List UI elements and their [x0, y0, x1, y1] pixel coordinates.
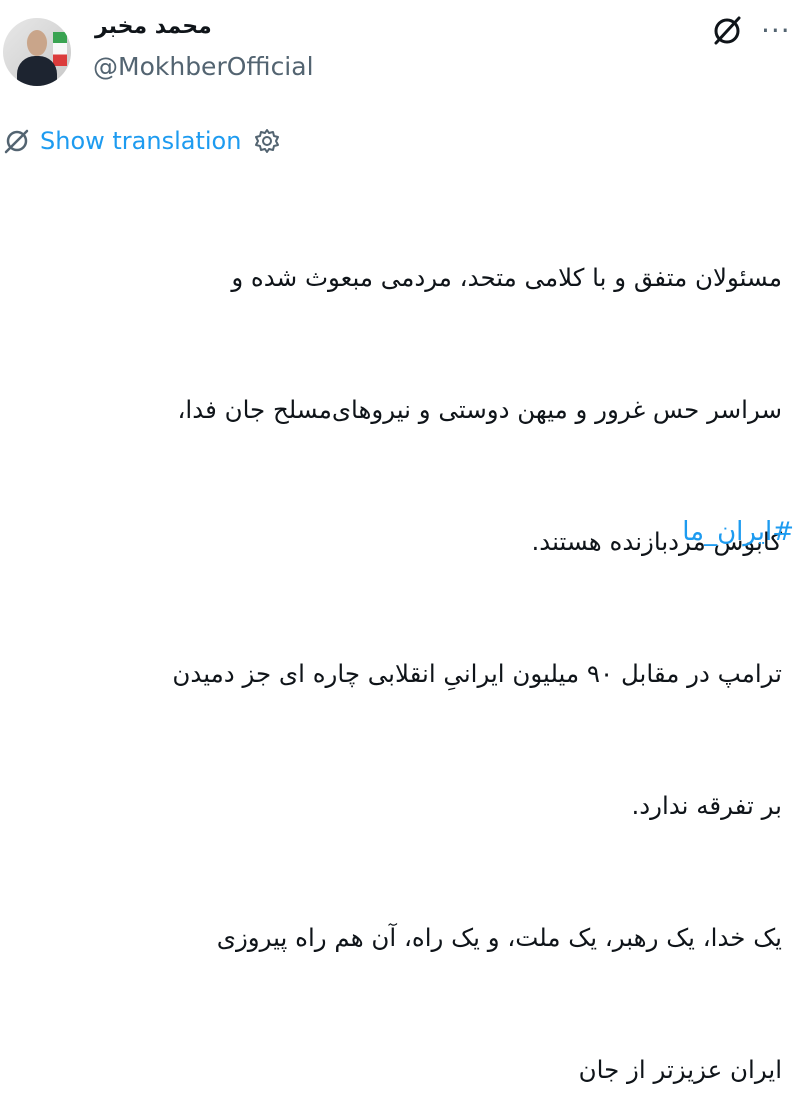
grok-icon[interactable]	[709, 12, 745, 48]
avatar-face	[27, 30, 47, 56]
avatar-suit	[17, 56, 57, 86]
author-handle[interactable]: @MokhberOfficial	[93, 52, 314, 81]
tweet-text: مسئولان متفق و با کلامی متحد، مردمی مبعو…	[0, 168, 782, 1114]
gear-icon[interactable]	[253, 127, 281, 155]
tweet-line: ترامپ در مقابل ۹۰ میلیون ایرانیِ انقلابی…	[172, 659, 782, 688]
author-display-name[interactable]: محمد مخبر	[95, 14, 212, 39]
flag-icon	[53, 32, 67, 66]
tweet-line: یک خدا، یک رهبر، یک ملت، و یک راه، آن هم…	[216, 923, 782, 952]
tweet-line: کابوس مردبازنده هستند.	[531, 527, 782, 556]
more-options-icon[interactable]: ···	[761, 14, 791, 47]
tweet-line: سراسر حس غرور و میهن دوستی و نیروهای‌مسل…	[177, 395, 783, 424]
hashtag-link[interactable]: #ایران_ما	[682, 517, 794, 547]
avatar[interactable]	[3, 18, 71, 86]
show-translation-link[interactable]: Show translation	[40, 127, 241, 155]
show-translation-row[interactable]: Show translation	[0, 124, 281, 158]
tweet-line: ایران عزیزتر از جان	[578, 1055, 782, 1084]
tweet-line: بر تفرقه ندارد.	[631, 791, 782, 820]
translate-icon	[4, 129, 29, 154]
tweet-line: مسئولان متفق و با کلامی متحد، مردمی مبعو…	[231, 263, 782, 292]
